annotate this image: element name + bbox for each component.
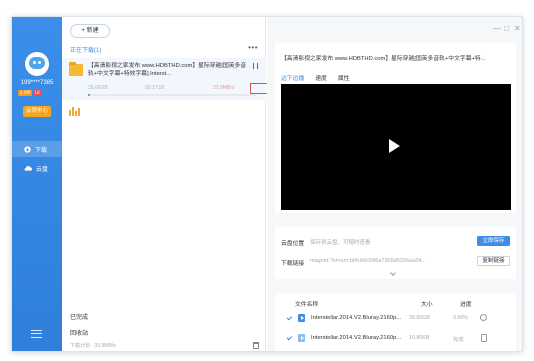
download-list-panel: + 新建 正在下载(1) ••• 【高清影视之家发布 www.HDBTHD.co… xyxy=(62,17,296,351)
sidebar-item-cloud[interactable]: 云盘 xyxy=(12,160,62,176)
download-time-left: 00:17:50 xyxy=(145,85,165,91)
column-header-size: 大小 xyxy=(421,302,433,308)
vip-badge: $ VIP xyxy=(18,90,33,96)
chevron-down-icon[interactable] xyxy=(390,270,396,276)
vip-center-button[interactable]: 会员中心 xyxy=(23,106,51,117)
play-icon[interactable] xyxy=(389,139,400,153)
download-icon xyxy=(24,145,31,153)
download-item-name: 【高清影视之家发布 www.HDBTHD.com】星际穿越[国英多音轨+中文字幕… xyxy=(88,63,247,77)
download-link-value[interactable]: magnet:?xt=urn:btih:b6c586a7305d5336aa34… xyxy=(310,258,426,264)
speed-chart-icon[interactable] xyxy=(69,106,83,116)
file-row[interactable]: Interstellar.2014.V2.Bluray.2160p... 10.… xyxy=(275,331,516,347)
sidebar-item-label: 下载 xyxy=(35,147,48,154)
file-progress: 完成 xyxy=(453,337,464,343)
close-icon[interactable]: ✕ xyxy=(514,24,521,33)
tab-speed[interactable]: 速度 xyxy=(315,73,327,82)
info-card: 云盘位置 保存到云盘，可随时查看 立即保存 下载链接 magnet:?xt=ur… xyxy=(275,227,516,279)
avatar[interactable] xyxy=(25,52,49,76)
username[interactable]: 199****7385 xyxy=(12,80,62,86)
column-header-progress: 进度 xyxy=(460,302,472,308)
downloading-title[interactable]: 正在下载(1) xyxy=(70,45,101,54)
minimize-icon[interactable]: — xyxy=(493,24,501,33)
cloud-icon xyxy=(24,166,32,171)
download-item[interactable]: 【高清影视之家发布 www.HDBTHD.com】星际穿越[国英多音轨+中文字幕… xyxy=(62,58,266,100)
checkbox-checked-icon[interactable] xyxy=(286,334,293,341)
menu-icon[interactable] xyxy=(31,330,42,338)
download-item-meta: 35.66GB 00:17:50 33.9MB/s xyxy=(88,85,258,92)
app-window: 199****7385 $ VIP LV 会员中心 下载 云盘 + 新建 正在下… xyxy=(11,16,523,352)
recycle-bin-section[interactable]: 回收站 xyxy=(70,328,88,337)
video-file-icon xyxy=(298,314,305,322)
download-progress-fill xyxy=(88,94,90,96)
checkbox-checked-icon[interactable] xyxy=(286,314,293,321)
download-speed: 33.9MB/s xyxy=(213,85,235,91)
detail-tabs: 边下边播 速度 属性 xyxy=(281,73,349,82)
sidebar-item-download[interactable]: 下载 xyxy=(12,141,62,157)
tab-play-while-downloading[interactable]: 边下边播 xyxy=(281,73,304,82)
sidebar-item-label: 云盘 xyxy=(36,166,49,173)
download-progress-bar xyxy=(88,94,256,96)
play-file-icon[interactable] xyxy=(480,314,487,321)
pause-icon[interactable] xyxy=(253,63,258,69)
folder-icon xyxy=(69,62,83,76)
file-name: Interstellar.2014.V2.Bluray.2160p... xyxy=(311,335,402,341)
new-task-button[interactable]: + 新建 xyxy=(70,24,110,38)
user-badges: $ VIP LV xyxy=(18,90,42,96)
downloading-header: 正在下载(1) ••• xyxy=(62,43,266,56)
download-size: 35.66GB xyxy=(88,85,108,91)
file-progress: 0.66% xyxy=(453,315,469,321)
open-file-icon[interactable] xyxy=(481,334,487,342)
column-header-name: 文件名称 xyxy=(295,302,319,308)
detail-panel: — □ ✕ 【高清影视之家发布 www.HDBTHD.com】星际穿越[国英多音… xyxy=(267,17,522,351)
detail-card: 【高清影视之家发布 www.HDBTHD.com】星际穿越[国英多音轨+中文字幕… xyxy=(275,43,516,213)
file-list: 文件名称 大小 进度 Interstellar.2014.V2.Bluray.2… xyxy=(275,293,516,351)
avatar-face-icon xyxy=(29,57,45,69)
file-name: Interstellar.2014.V2.Bluray.2160p... xyxy=(311,315,402,321)
save-now-button[interactable]: 立即保存 xyxy=(477,236,510,246)
download-link-label: 下载链接 xyxy=(281,261,305,267)
more-options-icon[interactable]: ••• xyxy=(248,43,258,52)
copy-link-button[interactable]: 复制链接 xyxy=(477,256,510,266)
file-size: 10.80KB xyxy=(409,335,430,341)
level-badge: LV xyxy=(33,90,42,96)
sidebar: 199****7385 $ VIP LV 会员中心 下载 云盘 xyxy=(12,17,62,351)
video-player[interactable] xyxy=(281,84,511,210)
trash-icon[interactable] xyxy=(253,342,259,349)
completed-section[interactable]: 已完成 xyxy=(70,312,88,321)
detail-title: 【高清影视之家发布 www.HDBTHD.com】星际穿越[国英多音轨+中文字幕… xyxy=(281,56,486,62)
video-file-icon xyxy=(298,334,305,342)
maximize-icon[interactable]: □ xyxy=(504,24,509,33)
tab-properties[interactable]: 属性 xyxy=(338,73,350,82)
cloud-location-label: 云盘位置 xyxy=(281,241,305,247)
cloud-location-value: 保存到云盘，可随时查看 xyxy=(310,240,371,246)
file-size: 35.66GB xyxy=(409,315,430,321)
file-row[interactable]: Interstellar.2014.V2.Bluray.2160p... 35.… xyxy=(275,311,516,327)
download-plan-status: 下载计划 · 33.9MB/s xyxy=(70,343,116,349)
